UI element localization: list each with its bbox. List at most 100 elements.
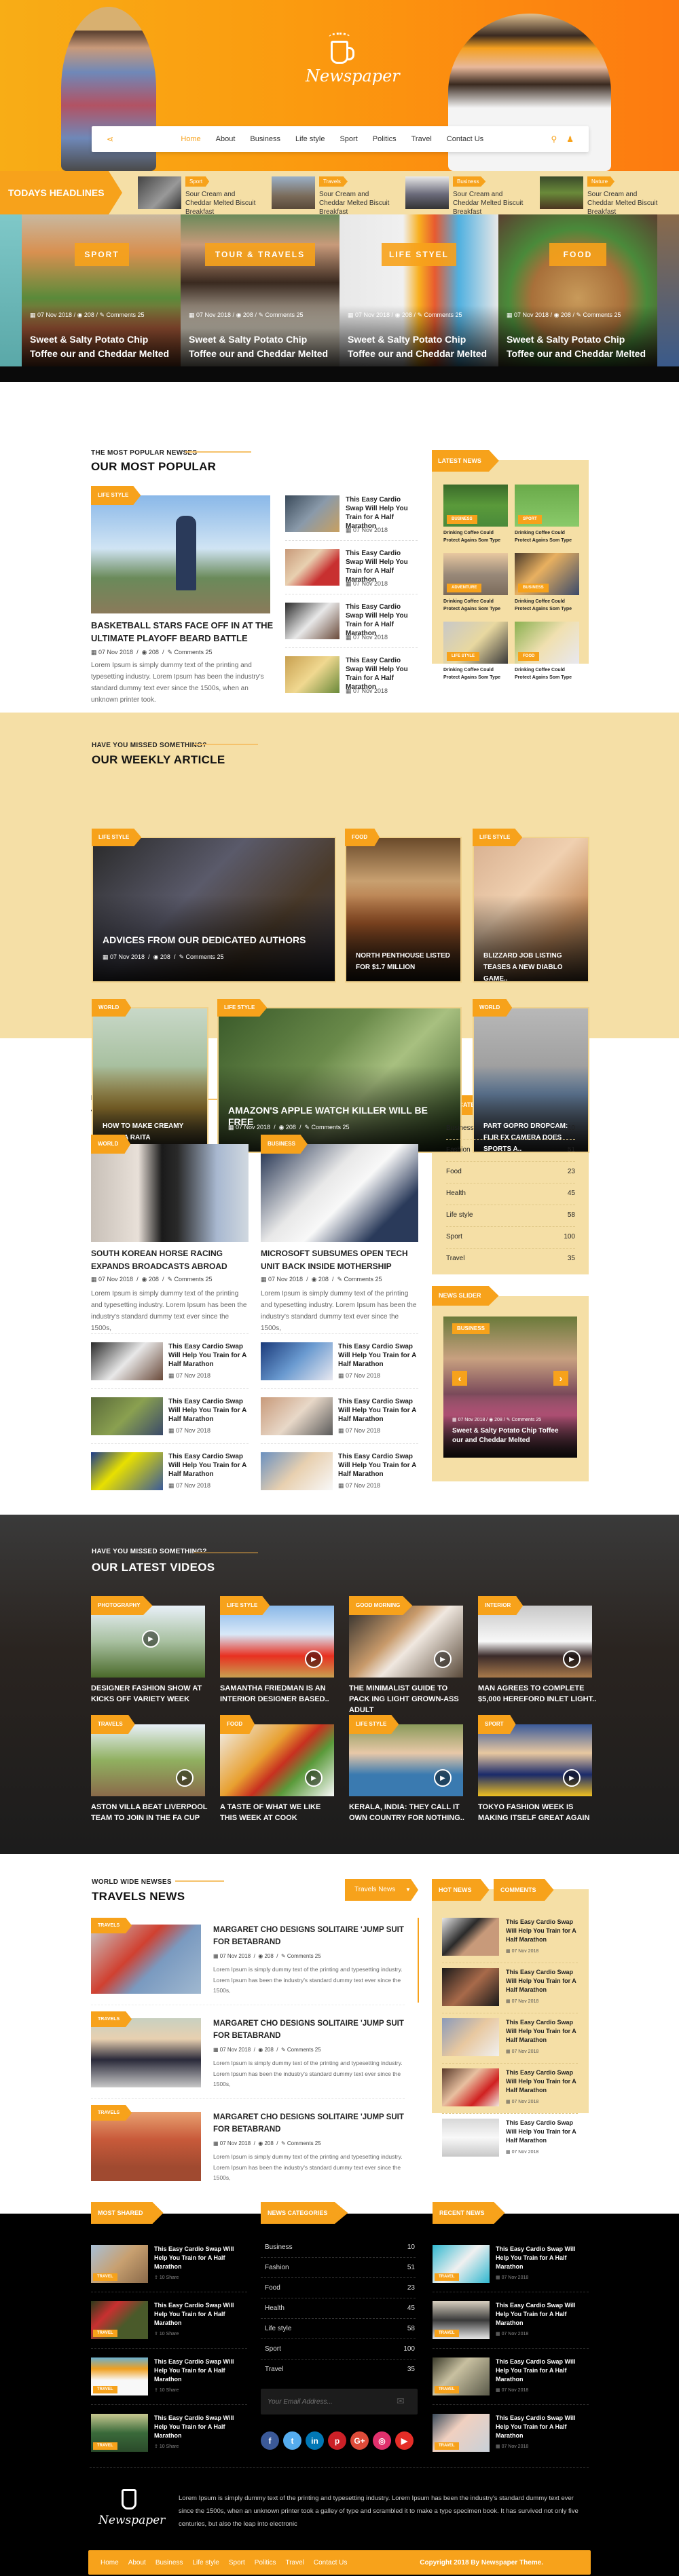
nav-item-travel[interactable]: Travel bbox=[411, 135, 432, 143]
category-item[interactable]: Travel 35 bbox=[446, 1255, 575, 1262]
latest-news-item[interactable]: FOOD Drinking Coffee Could Protect Agains… bbox=[515, 622, 579, 687]
category-item[interactable]: Life style 58 bbox=[446, 1211, 575, 1219]
footer-nav-contact-us[interactable]: Contact Us bbox=[314, 2559, 347, 2566]
slide-title[interactable]: Sweet & Salty Potato Chip Toffee our and… bbox=[348, 333, 490, 361]
footer-category-item[interactable]: Fashion 51 bbox=[265, 2264, 415, 2271]
weekly-card[interactable]: HOW TO MAKE CREAMY PAPAYA RAITA bbox=[92, 1007, 208, 1153]
hot-news-item[interactable]: This Easy Cardio Swap Will Help You Trai… bbox=[442, 2068, 581, 2108]
slide-title[interactable]: Sweet & Salty Potato Chip Toffee our and… bbox=[507, 333, 649, 361]
weekly-card[interactable]: BLIZZARD JOB LISTING TEASES A NEW DIABLO… bbox=[473, 837, 589, 983]
user-icon[interactable]: ♟ bbox=[566, 134, 574, 144]
news-slider-image[interactable]: BUSINESS ‹ › ▦ 07 Nov 2018 / ◉ 208 / ✎ C… bbox=[443, 1317, 577, 1458]
headline-item[interactable]: Travels Sour Cream and Cheddar Melted Bi… bbox=[272, 176, 394, 216]
twitter-icon[interactable]: t bbox=[283, 2431, 301, 2450]
category-item[interactable]: Food 23 bbox=[446, 1168, 575, 1175]
recent-news-item[interactable]: TRAVEL This Easy Cardio Swap Will Help Yo… bbox=[433, 2414, 590, 2455]
footer-nav-sport[interactable]: Sport bbox=[229, 2559, 245, 2566]
nav-item-business[interactable]: Business bbox=[250, 135, 280, 143]
travel-title[interactable]: MARGARET CHO DESIGNS SOLITAIRE 'JUMP SUI… bbox=[213, 1924, 410, 1948]
play-button[interactable]: ▶ bbox=[434, 1769, 452, 1787]
story-title[interactable]: SOUTH KOREAN HORSE RACING EXPANDS BROADC… bbox=[91, 1247, 254, 1273]
popular-list-item[interactable]: This Easy Cardio Swap Will Help You Trai… bbox=[285, 656, 418, 704]
item-title[interactable]: This Easy Cardio Swap Will Help You Trai… bbox=[154, 2414, 246, 2440]
weekly-card[interactable]: ADVICES FROM OUR DEDICATED AUTHORS ▦ 07 N… bbox=[92, 837, 336, 983]
item-title[interactable]: Drinking Coffee Could Protect Agains Som… bbox=[443, 529, 510, 544]
popular-list-item[interactable]: This Easy Cardio Swap Will Help You Trai… bbox=[285, 495, 418, 543]
item-title[interactable]: This Easy Cardio Swap Will Help You Trai… bbox=[338, 1397, 418, 1424]
hot-news-item[interactable]: This Easy Cardio Swap Will Help You Trai… bbox=[442, 2119, 581, 2158]
footer-nav-about[interactable]: About bbox=[128, 2559, 146, 2566]
scrollbar[interactable] bbox=[418, 1918, 419, 2003]
popular-main-title[interactable]: BASKETBALL STARS FACE OFF IN AT THE ULTI… bbox=[91, 619, 274, 645]
travel-image[interactable] bbox=[91, 2112, 201, 2181]
play-button[interactable]: ▶ bbox=[142, 1630, 160, 1648]
footer-category-item[interactable]: Business 10 bbox=[265, 2243, 415, 2251]
latest-news-item[interactable]: LIFE STYLE Drinking Coffee Could Protect … bbox=[443, 622, 508, 687]
nav-item-politics[interactable]: Politics bbox=[373, 135, 397, 143]
tab-hot-news[interactable]: HOT NEWS bbox=[432, 1879, 490, 1901]
video-title[interactable]: SAMANTHA FRIEDMAN IS AN INTERIOR DESIGNE… bbox=[220, 1683, 339, 1705]
story-image[interactable] bbox=[261, 1144, 418, 1242]
share-icon[interactable]: ⋖ bbox=[107, 134, 113, 144]
item-title[interactable]: This Easy Cardio Swap Will Help You Trai… bbox=[168, 1342, 249, 1369]
search-icon[interactable]: ⚲ bbox=[551, 134, 557, 144]
hot-news-item[interactable]: This Easy Cardio Swap Will Help You Trai… bbox=[442, 2018, 581, 2058]
item-title[interactable]: Drinking Coffee Could Protect Agains Som… bbox=[515, 598, 581, 613]
facebook-icon[interactable]: f bbox=[261, 2431, 279, 2450]
story-list-item[interactable]: This Easy Cardio Swap Will Help You Trai… bbox=[261, 1452, 418, 1493]
item-title[interactable]: This Easy Cardio Swap Will Help You Trai… bbox=[506, 1968, 582, 1994]
footer-logo[interactable]: Newspaper bbox=[98, 2482, 165, 2527]
card-title[interactable]: ADVICES FROM OUR DEDICATED AUTHORS bbox=[103, 934, 328, 946]
slide[interactable]: SPORT ▦ 07 Nov 2018 / ◉ 208 / ✎ Comments… bbox=[22, 214, 181, 366]
story-list-item[interactable]: This Easy Cardio Swap Will Help You Trai… bbox=[91, 1452, 249, 1493]
youtube-icon[interactable]: ▶ bbox=[395, 2431, 414, 2450]
item-title[interactable]: This Easy Cardio Swap Will Help You Trai… bbox=[506, 2119, 582, 2145]
item-title[interactable]: This Easy Cardio Swap Will Help You Trai… bbox=[338, 1452, 418, 1479]
recent-news-item[interactable]: TRAVEL This Easy Cardio Swap Will Help Yo… bbox=[433, 2301, 590, 2342]
google-plus-icon[interactable]: G+ bbox=[350, 2431, 369, 2450]
item-title[interactable]: Drinking Coffee Could Protect Agains Som… bbox=[515, 666, 581, 681]
travel-image[interactable] bbox=[91, 1925, 201, 1994]
play-button[interactable]: ▶ bbox=[563, 1769, 581, 1787]
pinterest-icon[interactable]: p bbox=[328, 2431, 346, 2450]
card-title[interactable]: BLIZZARD JOB LISTING TEASES A NEW DIABLO… bbox=[483, 950, 581, 981]
video-title[interactable]: DESIGNER FASHION SHOW AT KICKS OFF VARIE… bbox=[91, 1683, 210, 1705]
footer-nav-politics[interactable]: Politics bbox=[255, 2559, 276, 2566]
item-title[interactable]: Drinking Coffee Could Protect Agains Som… bbox=[443, 666, 510, 681]
item-title[interactable]: Drinking Coffee Could Protect Agains Som… bbox=[443, 598, 510, 613]
play-button[interactable]: ▶ bbox=[305, 1650, 323, 1668]
item-title[interactable]: This Easy Cardio Swap Will Help You Trai… bbox=[154, 2301, 246, 2328]
headline-item[interactable]: Nature Sour Cream and Cheddar Melted Bis… bbox=[540, 176, 662, 216]
most-shared-item[interactable]: TRAVEL This Easy Cardio Swap Will Help Yo… bbox=[91, 2301, 249, 2342]
hot-news-item[interactable]: This Easy Cardio Swap Will Help You Trai… bbox=[442, 1918, 581, 1957]
nav-item-about[interactable]: About bbox=[216, 135, 236, 143]
footer-category-item[interactable]: Health 45 bbox=[265, 2305, 415, 2312]
email-input[interactable] bbox=[268, 2395, 390, 2408]
item-title[interactable]: This Easy Cardio Swap Will Help You Trai… bbox=[168, 1397, 249, 1424]
item-title[interactable]: This Easy Cardio Swap Will Help You Trai… bbox=[346, 549, 417, 584]
item-title[interactable]: This Easy Cardio Swap Will Help You Trai… bbox=[496, 2301, 587, 2328]
slide-title[interactable]: Sweet & Salty Potato Chip Toffee our and… bbox=[189, 333, 331, 361]
latest-news-item[interactable]: BUSINESS Drinking Coffee Could Protect Ag… bbox=[443, 485, 508, 550]
footer-category-item[interactable]: Life style 58 bbox=[265, 2325, 415, 2332]
nav-item-contact[interactable]: Contact Us bbox=[447, 135, 483, 143]
footer-nav-business[interactable]: Business bbox=[155, 2559, 183, 2566]
item-title[interactable]: This Easy Cardio Swap Will Help You Trai… bbox=[338, 1342, 418, 1369]
item-title[interactable]: This Easy Cardio Swap Will Help You Trai… bbox=[168, 1452, 249, 1479]
story-list-item[interactable]: This Easy Cardio Swap Will Help You Trai… bbox=[91, 1342, 249, 1383]
category-item[interactable]: Health 45 bbox=[446, 1190, 575, 1197]
latest-news-item[interactable]: BUSINESS Drinking Coffee Could Protect Ag… bbox=[515, 553, 579, 618]
story-title[interactable]: MICROSOFT SUBSUMES OPEN TECH UNIT BACK I… bbox=[261, 1247, 424, 1273]
item-title[interactable]: This Easy Cardio Swap Will Help You Trai… bbox=[496, 2357, 587, 2384]
category-item[interactable]: Sport 100 bbox=[446, 1233, 575, 1240]
nav-item-home[interactable]: Home bbox=[181, 135, 200, 143]
slide[interactable]: TOUR & TRAVELS ▦ 07 Nov 2018 / ◉ 208 / ✎… bbox=[181, 214, 340, 366]
news-slider-headline[interactable]: Sweet & Salty Potato Chip Toffee our and… bbox=[452, 1426, 571, 1445]
item-title[interactable]: Drinking Coffee Could Protect Agains Som… bbox=[515, 529, 581, 544]
nav-item-sport[interactable]: Sport bbox=[340, 135, 357, 143]
item-title[interactable]: This Easy Cardio Swap Will Help You Trai… bbox=[346, 603, 417, 638]
most-shared-item[interactable]: TRAVEL This Easy Cardio Swap Will Help Yo… bbox=[91, 2357, 249, 2398]
headline-item[interactable]: Sport Sour Cream and Cheddar Melted Bisc… bbox=[138, 176, 260, 216]
latest-news-item[interactable]: SPORT Drinking Coffee Could Protect Again… bbox=[515, 485, 579, 550]
video-title[interactable]: A TASTE OF WHAT WE LIKE THIS WEEK AT COO… bbox=[220, 1802, 339, 1823]
